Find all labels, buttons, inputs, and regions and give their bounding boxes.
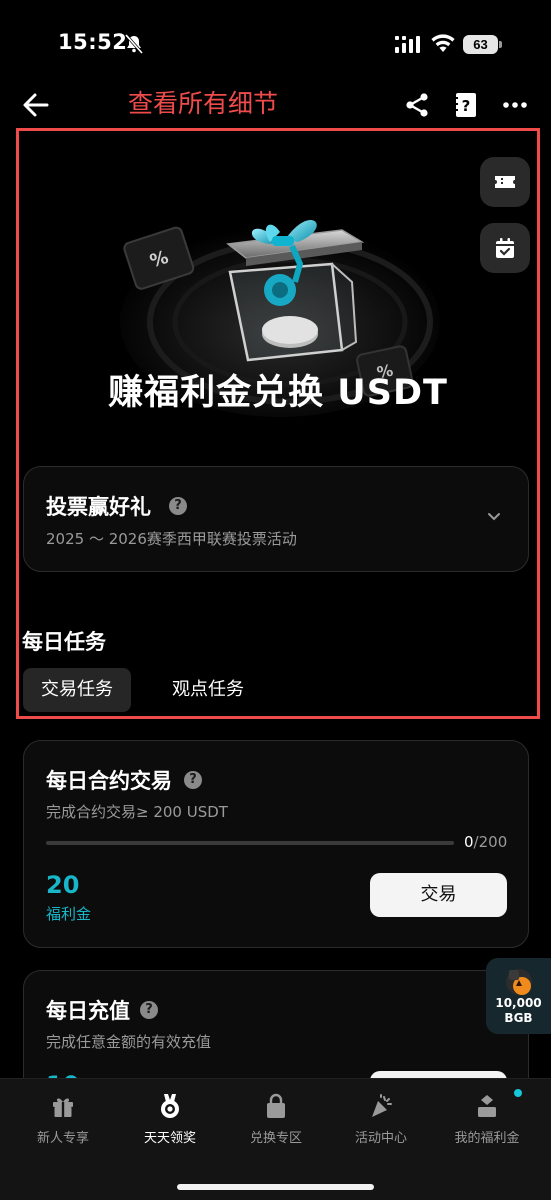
treasure-pumpkin-icon [506,969,532,995]
bgb-reward-badge[interactable]: 10,000 BGB [486,958,551,1034]
progress-current: 0 [464,833,474,851]
vote-subtitle: 2025 ～ 2026赛季西甲联赛投票活动 [46,530,297,548]
nav-label: 活动中心 [354,1131,407,1146]
nav-label: 我的福利金 [454,1131,520,1146]
reward-value: 20 [46,871,80,899]
calendar-button[interactable] [480,223,530,273]
medal-icon [161,1094,179,1118]
calendar-check-icon [496,238,514,258]
reward-label: 福利金 [46,905,92,923]
task-subtitle: 完成合约交易≥ 200 USDT [46,803,228,821]
status-time: 15:52 [58,30,128,54]
ticket-icon [495,176,515,188]
task-subtitle: 完成任意金额的有效充值 [46,1033,212,1051]
nav-label: 兑换专区 [249,1131,302,1146]
gift-icon [53,1098,73,1117]
lock-bag-icon [267,1093,285,1118]
help-icon[interactable]: ? [169,497,187,515]
nav-exchange-zone[interactable]: 兑换专区 [221,1079,331,1159]
help-icon[interactable]: ? [184,771,202,789]
progress-bar [46,841,454,845]
svg-text:?: ? [462,97,471,115]
bell-muted-icon [124,34,144,54]
badge-unit: BGB [504,1011,533,1025]
help-icon[interactable]: ? [140,1001,158,1019]
reward-box-icon [478,1095,496,1117]
trade-button[interactable]: 交易 [370,873,507,917]
tab-trade-tasks[interactable]: 交易任务 [23,668,131,712]
progress-text: 0/200 [464,833,507,851]
nav-label: 天天领奖 [143,1131,196,1146]
ticket-button[interactable] [480,157,530,207]
nav-label: 新人专享 [36,1131,89,1146]
home-indicator[interactable] [177,1184,374,1190]
annotation-title: 查看所有细节 [128,89,279,118]
vote-title: 投票赢好礼 [46,495,151,519]
tab-opinion-tasks[interactable]: 观点任务 [150,668,266,712]
wifi-icon [431,34,455,52]
nav-newcomer[interactable]: 新人专享 [8,1079,118,1159]
bottom-tab-bar: 新人专享 天天领奖 兑换专区 活动中心 我的福利金 [0,1078,551,1200]
status-bar: 15:52 63 [0,0,551,80]
chevron-down-icon[interactable] [486,511,502,523]
battery-cap [499,41,502,48]
nav-daily-rewards[interactable]: 天天领奖 [115,1079,225,1159]
back-arrow-icon[interactable] [22,92,50,118]
vote-event-card[interactable]: 投票赢好礼 ? 2025 ～ 2026赛季西甲联赛投票活动 [23,466,529,572]
nav-activity-center[interactable]: 活动中心 [326,1079,436,1159]
hero-banner: % % 赚福利金兑换 USDT [20,132,536,452]
battery-level: 63 [463,35,498,54]
notification-dot [514,1089,522,1097]
badge-amount: 10,000 [495,996,542,1010]
battery-indicator: 63 [463,35,503,54]
progress-total: /200 [473,833,508,851]
hero-title: 赚福利金兑换 USDT [108,373,448,413]
rules-help-icon[interactable]: ? [455,92,477,118]
cellular-signal-icon [395,36,420,53]
task-title: 每日充值 [46,999,130,1023]
share-icon[interactable] [404,92,430,118]
task-title: 每日合约交易 [46,769,172,793]
more-icon[interactable] [503,92,527,118]
nav-bar: 查看所有细节 ? [0,80,551,130]
nav-my-rewards[interactable]: 我的福利金 [432,1079,542,1159]
task-card-contract-trade: 每日合约交易 ? 完成合约交易≥ 200 USDT 0/200 20 福利金 交… [23,740,529,948]
party-popper-icon [372,1094,392,1117]
daily-tasks-title: 每日任务 [22,630,106,654]
